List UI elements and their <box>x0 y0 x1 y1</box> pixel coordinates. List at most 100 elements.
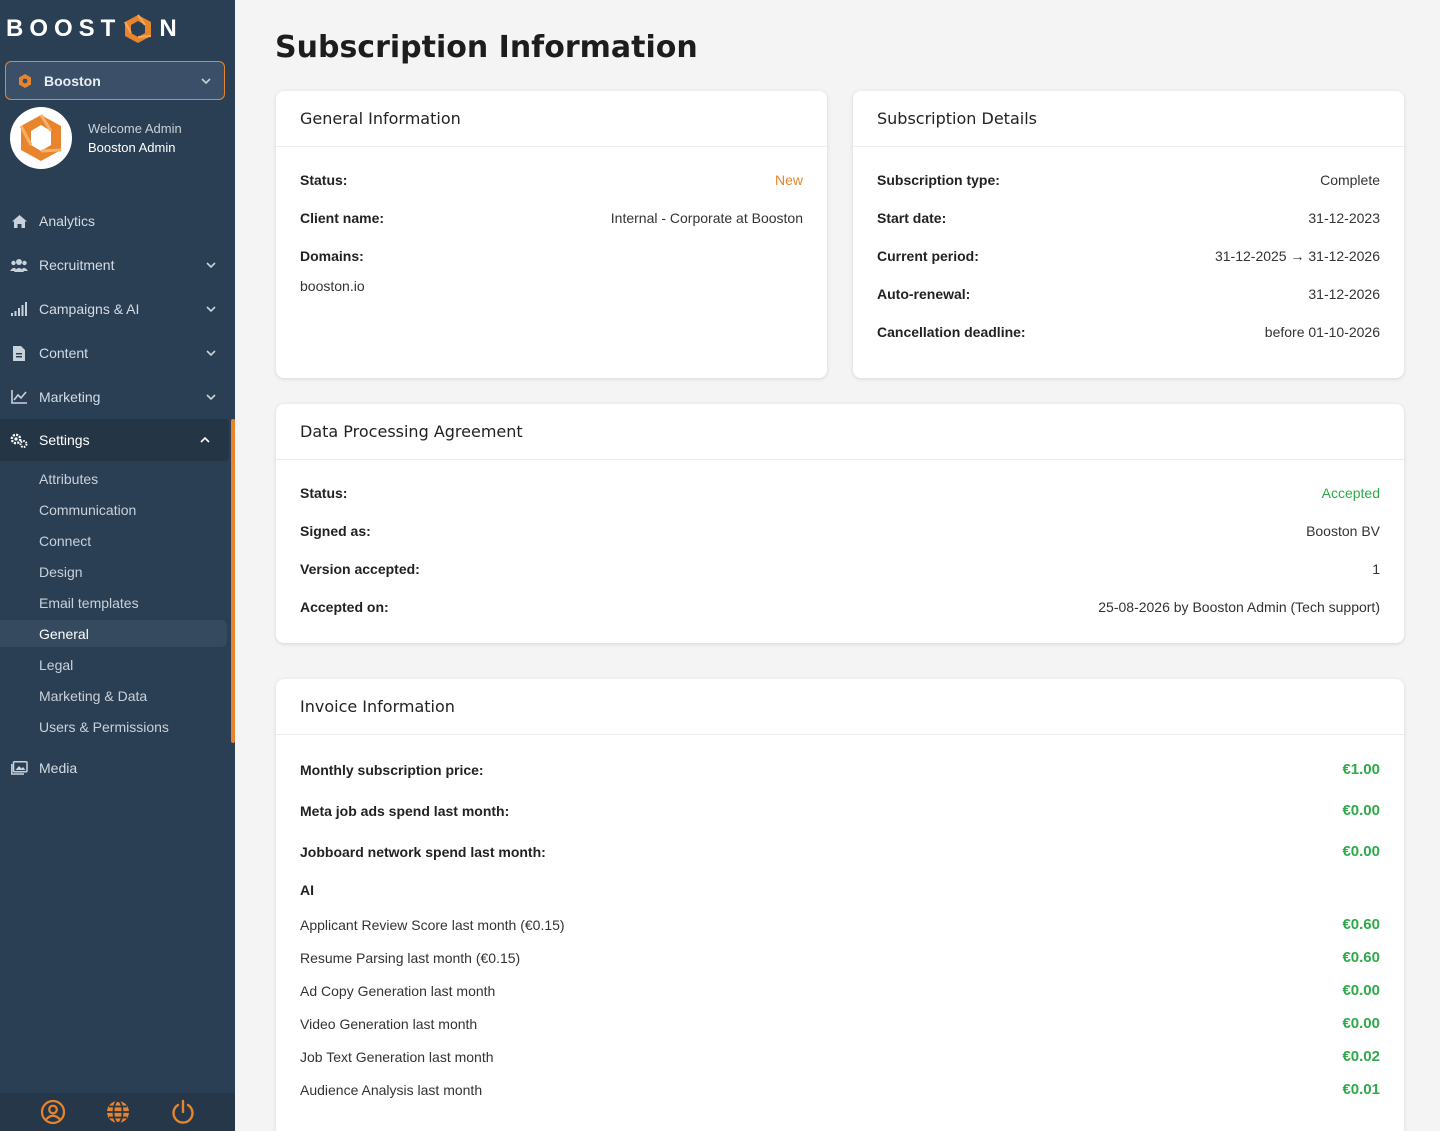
user-profile[interactable]: Welcome Admin Booston Admin <box>10 107 230 169</box>
invoice-row-jobboard-spend: Jobboard network spend last month: €0.00 <box>300 831 1380 872</box>
ai-row-value: €0.60 <box>1342 949 1380 966</box>
version-accepted-label: Version accepted: <box>300 561 420 577</box>
settings-sub-marketing-data[interactable]: Marketing & Data <box>0 680 227 711</box>
settings-sub-connect[interactable]: Connect <box>0 525 227 556</box>
invoice-row-monthly-price: Monthly subscription price: €1.00 <box>300 749 1380 790</box>
card-title: Invoice Information <box>276 679 1404 735</box>
nav-item-settings[interactable]: Settings <box>0 419 229 461</box>
settings-group: Settings Attributes Communication Connec… <box>0 419 235 743</box>
signed-as-value: Booston BV <box>1306 523 1380 539</box>
chevron-down-icon <box>201 77 211 84</box>
ai-row-value: €0.01 <box>1342 1081 1380 1098</box>
card-title: General Information <box>276 91 827 147</box>
nav-label-recruitment: Recruitment <box>39 257 115 273</box>
avatar <box>10 107 72 169</box>
invoice-row-meta-spend: Meta job ads spend last month: €0.00 <box>300 790 1380 831</box>
settings-sub-users-permissions[interactable]: Users & Permissions <box>0 711 227 742</box>
info-row-start-date: Start date: 31-12-2023 <box>877 199 1380 237</box>
jobboard-spend-label: Jobboard network spend last month: <box>300 843 546 860</box>
organization-select[interactable]: Booston <box>5 61 225 100</box>
settings-sub-attributes[interactable]: Attributes <box>0 463 227 494</box>
gears-icon <box>10 433 28 448</box>
client-name-value: Internal - Corporate at Booston <box>610 210 803 226</box>
ai-row: Audience Analysis last month €0.01 <box>300 1073 1380 1106</box>
settings-sub-design[interactable]: Design <box>0 556 227 587</box>
globe-icon[interactable] <box>105 1099 131 1125</box>
current-period-value: 31-12-2025 → 31-12-2026 <box>1214 248 1380 264</box>
subscription-details-card: Subscription Details Subscription type: … <box>853 91 1404 378</box>
logo-text-right: N <box>159 15 183 42</box>
avatar-logo-icon <box>19 114 62 161</box>
domains-label: Domains: <box>300 248 364 264</box>
ai-row-value: €0.60 <box>1342 916 1380 933</box>
settings-sub-email-templates[interactable]: Email templates <box>0 587 227 618</box>
monthly-price-value: €1.00 <box>1342 761 1380 778</box>
jobboard-spend-value: €0.00 <box>1342 843 1380 860</box>
auto-renewal-label: Auto-renewal: <box>877 286 971 302</box>
nav-item-content[interactable]: Content <box>0 331 235 375</box>
start-date-value: 31-12-2023 <box>1308 210 1380 226</box>
logo-text-left: BOOST <box>6 15 122 42</box>
ai-row-value: €0.00 <box>1342 982 1380 999</box>
nav-label-campaigns: Campaigns & AI <box>39 301 140 317</box>
nav-label-marketing: Marketing <box>39 389 101 405</box>
ai-row: Ad Copy Generation last month €0.00 <box>300 974 1380 1007</box>
info-row-version-accepted: Version accepted: 1 <box>300 550 1380 588</box>
logo-mark-icon <box>124 14 152 43</box>
settings-sub-general[interactable]: General <box>0 620 227 647</box>
signed-as-label: Signed as: <box>300 523 371 539</box>
power-icon[interactable] <box>170 1099 196 1125</box>
settings-sub-communication[interactable]: Communication <box>0 494 227 525</box>
info-row-client-name: Client name: Internal - Corporate at Boo… <box>300 199 803 237</box>
monthly-price-label: Monthly subscription price: <box>300 761 484 778</box>
ai-row-label: Ad Copy Generation last month <box>300 982 496 999</box>
invoice-information-card: Invoice Information Monthly subscription… <box>276 679 1404 1131</box>
nav-item-media[interactable]: Media <box>0 746 235 790</box>
chevron-down-icon <box>206 350 216 357</box>
meta-spend-value: €0.00 <box>1342 802 1380 819</box>
status-value: New <box>774 172 803 188</box>
settings-sub-legal[interactable]: Legal <box>0 649 227 680</box>
nav-label-settings: Settings <box>39 432 90 448</box>
ai-row-label: Audience Analysis last month <box>300 1081 483 1098</box>
user-circle-icon[interactable] <box>40 1099 66 1125</box>
main-nav: Analytics Recruitment Campaigns & AI Con… <box>0 199 235 790</box>
nav-item-campaigns[interactable]: Campaigns & AI <box>0 287 235 331</box>
organization-select-value: Booston <box>44 72 101 89</box>
nav-item-analytics[interactable]: Analytics <box>0 199 235 243</box>
dpa-status-label: Status: <box>300 485 348 501</box>
info-row-current-period: Current period: 31-12-2025 → 31-12-2026 <box>877 237 1380 275</box>
nav-label-media: Media <box>39 760 78 776</box>
status-label: Status: <box>300 172 348 188</box>
images-icon <box>10 761 28 775</box>
client-name-label: Client name: <box>300 210 385 226</box>
ai-row-label: Applicant Review Score last month (€0.15… <box>300 916 565 933</box>
current-period-label: Current period: <box>877 248 979 264</box>
boostion-logo[interactable]: BOOST N <box>6 12 183 46</box>
subscription-type-label: Subscription type: <box>877 172 1000 188</box>
ai-row-value: €0.00 <box>1342 1015 1380 1032</box>
dpa-status-value: Accepted <box>1321 485 1380 501</box>
line-chart-icon <box>10 390 27 404</box>
hexagon-icon <box>19 73 31 88</box>
card-title: Data Processing Agreement <box>276 404 1404 460</box>
nav-item-recruitment[interactable]: Recruitment <box>0 243 235 287</box>
nav-label-content: Content <box>39 345 89 361</box>
welcome-text: Welcome Admin <box>88 121 182 136</box>
subscription-type-value: Complete <box>1320 172 1380 188</box>
home-icon <box>11 214 27 228</box>
info-row-dpa-status: Status: Accepted <box>300 474 1380 512</box>
ai-row-label: Job Text Generation last month <box>300 1048 494 1065</box>
info-row-domains: Domains: <box>300 237 803 275</box>
sidebar-footer <box>0 1093 235 1131</box>
users-icon <box>10 259 28 272</box>
auto-renewal-value: 31-12-2026 <box>1308 286 1380 302</box>
start-date-label: Start date: <box>877 210 947 226</box>
chevron-down-icon <box>206 306 216 313</box>
nav-item-marketing[interactable]: Marketing <box>0 375 235 419</box>
page-title: Subscription Information <box>275 30 698 65</box>
ai-row-label: Resume Parsing last month (€0.15) <box>300 949 521 966</box>
data-processing-agreement-card: Data Processing Agreement Status: Accept… <box>276 404 1404 643</box>
accepted-on-label: Accepted on: <box>300 599 389 615</box>
chevron-down-icon <box>206 394 216 401</box>
